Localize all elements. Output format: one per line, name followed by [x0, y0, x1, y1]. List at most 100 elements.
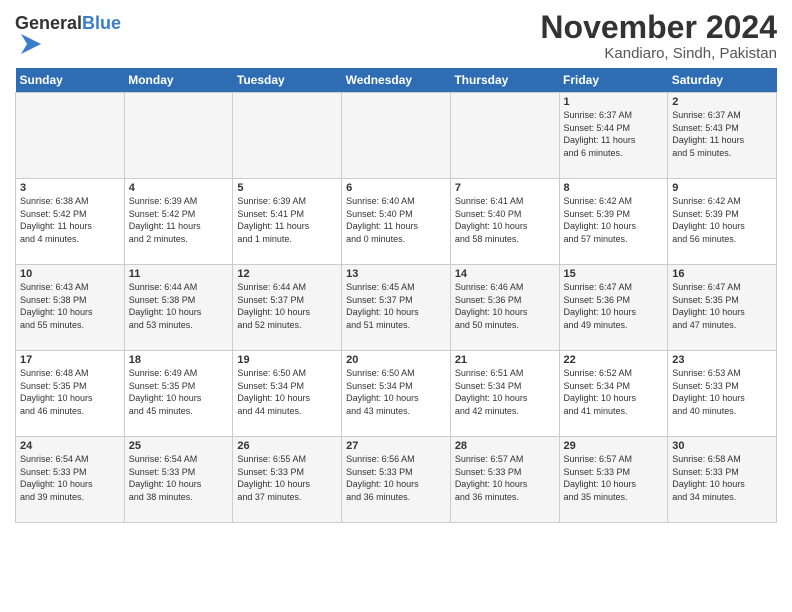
day-info: Sunrise: 6:47 AM Sunset: 5:35 PM Dayligh… [672, 281, 772, 331]
calendar-cell: 14Sunrise: 6:46 AM Sunset: 5:36 PM Dayli… [450, 265, 559, 351]
day-info: Sunrise: 6:39 AM Sunset: 5:42 PM Dayligh… [129, 195, 229, 245]
calendar-page: GeneralBlue November 2024 Kandiaro, Sind… [0, 0, 792, 612]
calendar-cell: 11Sunrise: 6:44 AM Sunset: 5:38 PM Dayli… [124, 265, 233, 351]
day-number: 2 [672, 96, 772, 108]
day-info: Sunrise: 6:48 AM Sunset: 5:35 PM Dayligh… [20, 367, 120, 417]
day-info: Sunrise: 6:42 AM Sunset: 5:39 PM Dayligh… [672, 195, 772, 245]
calendar-cell [450, 93, 559, 179]
calendar-cell: 27Sunrise: 6:56 AM Sunset: 5:33 PM Dayli… [342, 437, 451, 523]
title-area: November 2024 Kandiaro, Sindh, Pakistan [540, 10, 777, 62]
day-number: 26 [237, 440, 337, 452]
location: Kandiaro, Sindh, Pakistan [540, 45, 777, 62]
day-number: 8 [564, 182, 664, 194]
day-number: 28 [455, 440, 555, 452]
day-number: 12 [237, 268, 337, 280]
calendar-cell: 10Sunrise: 6:43 AM Sunset: 5:38 PM Dayli… [16, 265, 125, 351]
calendar-cell: 19Sunrise: 6:50 AM Sunset: 5:34 PM Dayli… [233, 351, 342, 437]
calendar-cell: 12Sunrise: 6:44 AM Sunset: 5:37 PM Dayli… [233, 265, 342, 351]
day-number: 4 [129, 182, 229, 194]
weekday-header-row: SundayMondayTuesdayWednesdayThursdayFrid… [16, 68, 777, 93]
day-info: Sunrise: 6:50 AM Sunset: 5:34 PM Dayligh… [237, 367, 337, 417]
day-number: 7 [455, 182, 555, 194]
calendar-cell: 30Sunrise: 6:58 AM Sunset: 5:33 PM Dayli… [668, 437, 777, 523]
day-info: Sunrise: 6:55 AM Sunset: 5:33 PM Dayligh… [237, 453, 337, 503]
day-info: Sunrise: 6:58 AM Sunset: 5:33 PM Dayligh… [672, 453, 772, 503]
day-number: 19 [237, 354, 337, 366]
day-info: Sunrise: 6:39 AM Sunset: 5:41 PM Dayligh… [237, 195, 337, 245]
weekday-header-thursday: Thursday [450, 68, 559, 93]
day-info: Sunrise: 6:38 AM Sunset: 5:42 PM Dayligh… [20, 195, 120, 245]
calendar-cell: 20Sunrise: 6:50 AM Sunset: 5:34 PM Dayli… [342, 351, 451, 437]
day-number: 15 [564, 268, 664, 280]
day-info: Sunrise: 6:44 AM Sunset: 5:37 PM Dayligh… [237, 281, 337, 331]
day-info: Sunrise: 6:41 AM Sunset: 5:40 PM Dayligh… [455, 195, 555, 245]
logo-blue-text: Blue [82, 13, 121, 33]
calendar-header: SundayMondayTuesdayWednesdayThursdayFrid… [16, 68, 777, 93]
day-info: Sunrise: 6:37 AM Sunset: 5:44 PM Dayligh… [564, 109, 664, 159]
day-number: 21 [455, 354, 555, 366]
day-number: 29 [564, 440, 664, 452]
day-number: 1 [564, 96, 664, 108]
day-number: 14 [455, 268, 555, 280]
day-number: 27 [346, 440, 446, 452]
day-info: Sunrise: 6:46 AM Sunset: 5:36 PM Dayligh… [455, 281, 555, 331]
logo-icon [17, 30, 45, 58]
day-info: Sunrise: 6:50 AM Sunset: 5:34 PM Dayligh… [346, 367, 446, 417]
calendar-cell: 3Sunrise: 6:38 AM Sunset: 5:42 PM Daylig… [16, 179, 125, 265]
calendar-cell: 1Sunrise: 6:37 AM Sunset: 5:44 PM Daylig… [559, 93, 668, 179]
calendar-cell: 28Sunrise: 6:57 AM Sunset: 5:33 PM Dayli… [450, 437, 559, 523]
weekday-header-sunday: Sunday [16, 68, 125, 93]
calendar-cell: 15Sunrise: 6:47 AM Sunset: 5:36 PM Dayli… [559, 265, 668, 351]
day-info: Sunrise: 6:54 AM Sunset: 5:33 PM Dayligh… [20, 453, 120, 503]
day-number: 24 [20, 440, 120, 452]
calendar-cell: 16Sunrise: 6:47 AM Sunset: 5:35 PM Dayli… [668, 265, 777, 351]
calendar-cell [124, 93, 233, 179]
weekday-header-wednesday: Wednesday [342, 68, 451, 93]
calendar-week-2: 3Sunrise: 6:38 AM Sunset: 5:42 PM Daylig… [16, 179, 777, 265]
calendar-cell [342, 93, 451, 179]
calendar-cell [233, 93, 342, 179]
calendar-cell: 9Sunrise: 6:42 AM Sunset: 5:39 PM Daylig… [668, 179, 777, 265]
day-number: 18 [129, 354, 229, 366]
calendar-cell: 8Sunrise: 6:42 AM Sunset: 5:39 PM Daylig… [559, 179, 668, 265]
day-info: Sunrise: 6:45 AM Sunset: 5:37 PM Dayligh… [346, 281, 446, 331]
calendar-cell: 7Sunrise: 6:41 AM Sunset: 5:40 PM Daylig… [450, 179, 559, 265]
day-number: 16 [672, 268, 772, 280]
calendar-week-4: 17Sunrise: 6:48 AM Sunset: 5:35 PM Dayli… [16, 351, 777, 437]
calendar-cell: 26Sunrise: 6:55 AM Sunset: 5:33 PM Dayli… [233, 437, 342, 523]
day-info: Sunrise: 6:37 AM Sunset: 5:43 PM Dayligh… [672, 109, 772, 159]
day-number: 22 [564, 354, 664, 366]
calendar-cell: 29Sunrise: 6:57 AM Sunset: 5:33 PM Dayli… [559, 437, 668, 523]
day-number: 30 [672, 440, 772, 452]
day-info: Sunrise: 6:44 AM Sunset: 5:38 PM Dayligh… [129, 281, 229, 331]
calendar-cell: 22Sunrise: 6:52 AM Sunset: 5:34 PM Dayli… [559, 351, 668, 437]
calendar-table: SundayMondayTuesdayWednesdayThursdayFrid… [15, 68, 777, 523]
day-info: Sunrise: 6:42 AM Sunset: 5:39 PM Dayligh… [564, 195, 664, 245]
day-number: 6 [346, 182, 446, 194]
day-number: 17 [20, 354, 120, 366]
weekday-header-friday: Friday [559, 68, 668, 93]
header: GeneralBlue November 2024 Kandiaro, Sind… [15, 10, 777, 62]
day-number: 20 [346, 354, 446, 366]
day-number: 11 [129, 268, 229, 280]
day-info: Sunrise: 6:54 AM Sunset: 5:33 PM Dayligh… [129, 453, 229, 503]
calendar-cell: 24Sunrise: 6:54 AM Sunset: 5:33 PM Dayli… [16, 437, 125, 523]
calendar-cell: 2Sunrise: 6:37 AM Sunset: 5:43 PM Daylig… [668, 93, 777, 179]
day-info: Sunrise: 6:47 AM Sunset: 5:36 PM Dayligh… [564, 281, 664, 331]
calendar-week-1: 1Sunrise: 6:37 AM Sunset: 5:44 PM Daylig… [16, 93, 777, 179]
weekday-header-saturday: Saturday [668, 68, 777, 93]
calendar-cell: 17Sunrise: 6:48 AM Sunset: 5:35 PM Dayli… [16, 351, 125, 437]
day-number: 25 [129, 440, 229, 452]
day-number: 3 [20, 182, 120, 194]
day-info: Sunrise: 6:43 AM Sunset: 5:38 PM Dayligh… [20, 281, 120, 331]
calendar-body: 1Sunrise: 6:37 AM Sunset: 5:44 PM Daylig… [16, 93, 777, 523]
calendar-cell: 13Sunrise: 6:45 AM Sunset: 5:37 PM Dayli… [342, 265, 451, 351]
day-number: 10 [20, 268, 120, 280]
day-info: Sunrise: 6:57 AM Sunset: 5:33 PM Dayligh… [564, 453, 664, 503]
day-info: Sunrise: 6:52 AM Sunset: 5:34 PM Dayligh… [564, 367, 664, 417]
calendar-cell: 6Sunrise: 6:40 AM Sunset: 5:40 PM Daylig… [342, 179, 451, 265]
calendar-cell: 18Sunrise: 6:49 AM Sunset: 5:35 PM Dayli… [124, 351, 233, 437]
weekday-header-monday: Monday [124, 68, 233, 93]
day-info: Sunrise: 6:56 AM Sunset: 5:33 PM Dayligh… [346, 453, 446, 503]
day-info: Sunrise: 6:57 AM Sunset: 5:33 PM Dayligh… [455, 453, 555, 503]
